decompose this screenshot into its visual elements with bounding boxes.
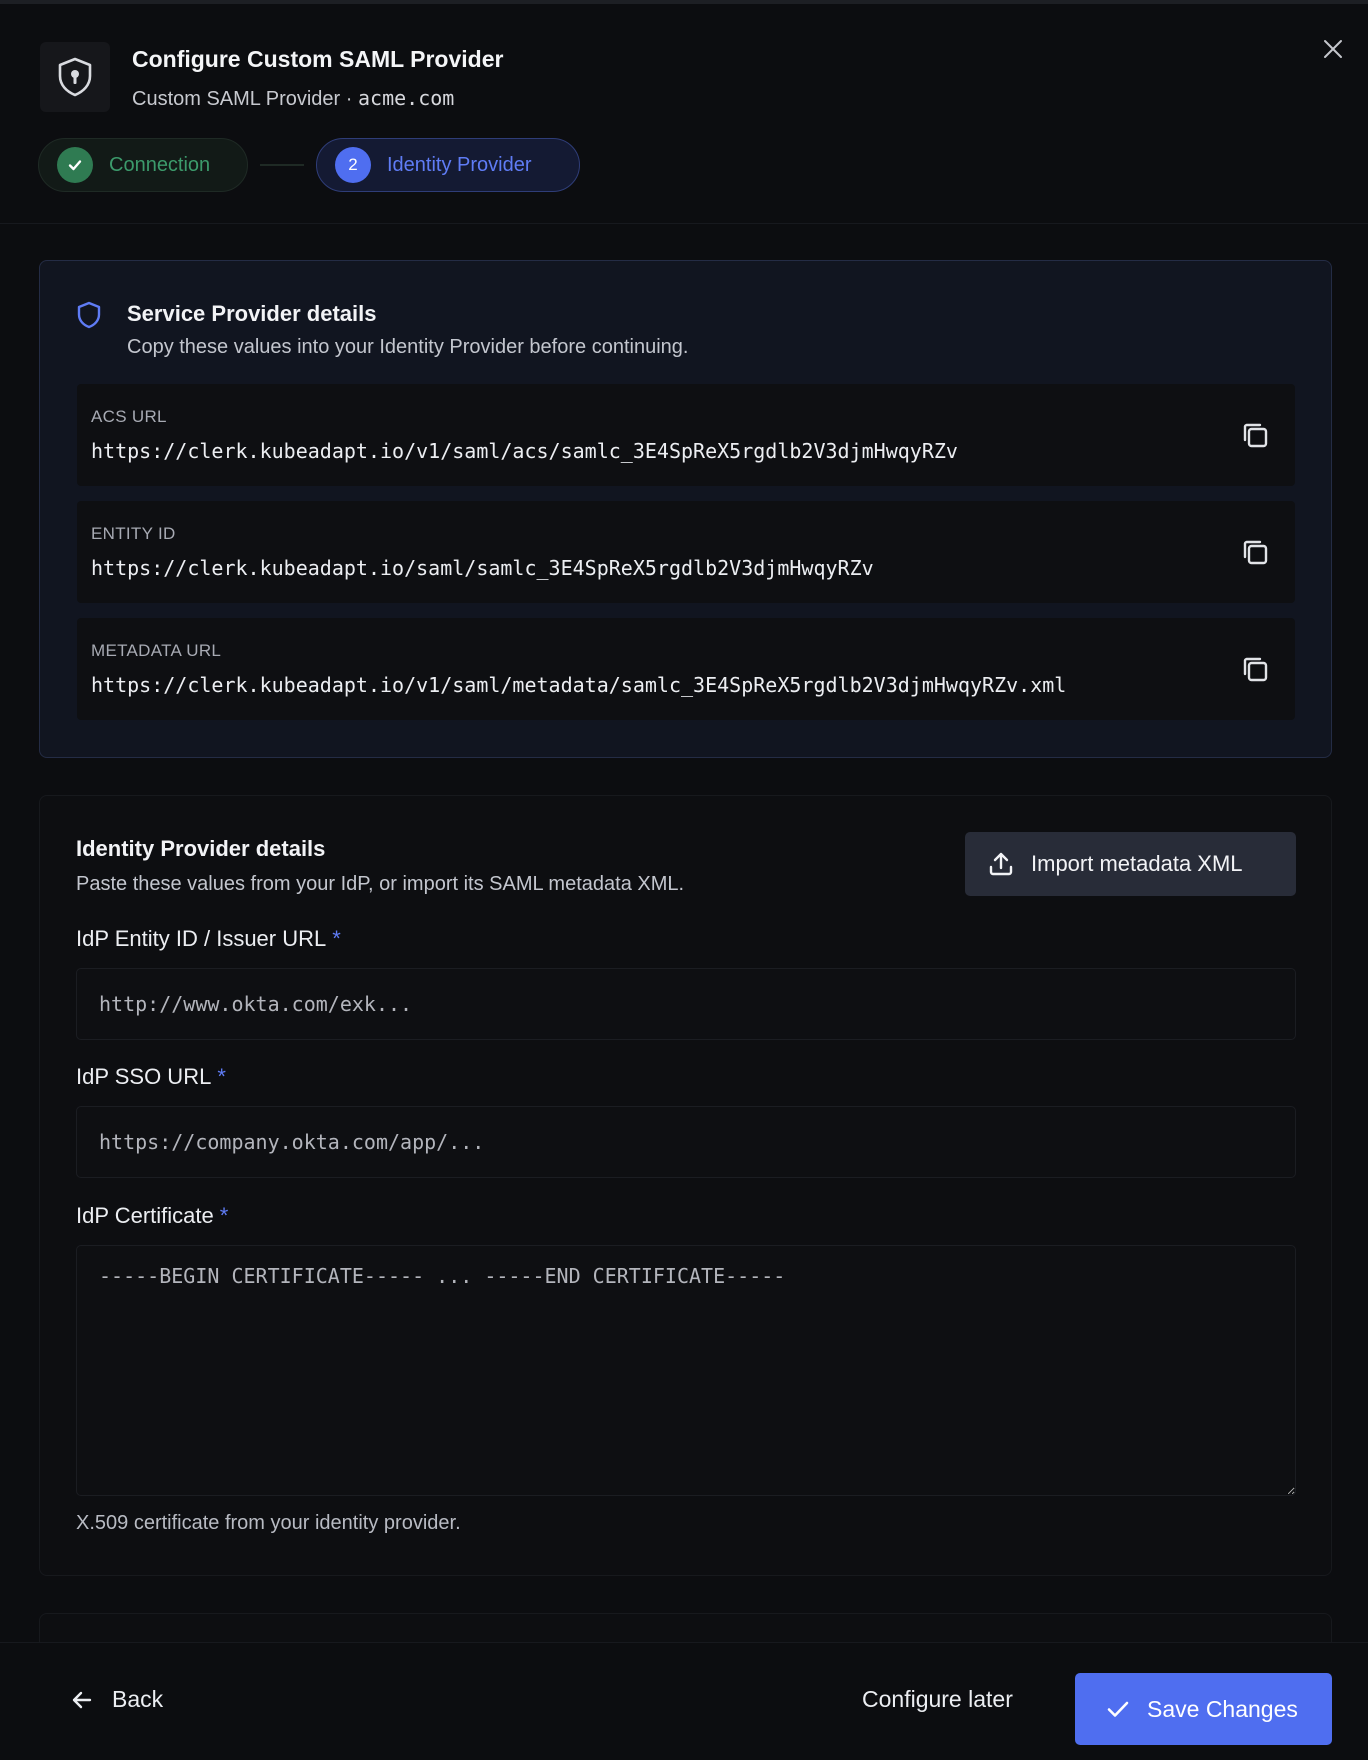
section-title: Service Provider details xyxy=(127,301,377,326)
label-text: IdP Entity ID / Issuer URL xyxy=(76,926,327,951)
provider-type: Custom SAML Provider · xyxy=(132,88,358,110)
metadata-url-row: METADATA URL https://clerk.kubeadapt.io/… xyxy=(77,618,1295,720)
entity-id-value[interactable]: https://clerk.kubeadapt.io/saml/samlc_3E… xyxy=(91,556,874,580)
label-text: IdP Certificate xyxy=(76,1203,214,1228)
identity-provider-card: Identity Provider details Paste these va… xyxy=(39,795,1332,1576)
service-provider-card: Service Provider details Copy these valu… xyxy=(39,260,1332,758)
copy-entity-id-button[interactable] xyxy=(1237,534,1273,570)
stepper: Connection 2 Identity Provider xyxy=(38,138,580,192)
check-icon xyxy=(1107,1701,1129,1717)
section-title: Identity Provider details xyxy=(76,836,326,861)
close-button[interactable] xyxy=(1318,34,1348,64)
sso-url-label: IdP SSO URL * xyxy=(76,1064,226,1090)
dialog-footer: Back Configure later Save Changes xyxy=(0,1642,1368,1760)
copy-metadata-url-button[interactable] xyxy=(1237,651,1273,687)
required-indicator: * xyxy=(219,1203,229,1228)
upload-icon xyxy=(989,852,1013,876)
step-number-badge: 2 xyxy=(335,147,371,183)
provider-domain: acme.com xyxy=(358,86,455,110)
dialog-title: Configure Custom SAML Provider xyxy=(132,46,504,72)
metadata-url-value[interactable]: https://clerk.kubeadapt.io/v1/saml/metad… xyxy=(91,673,1066,697)
back-button[interactable]: Back xyxy=(70,1686,163,1713)
check-icon xyxy=(68,160,82,171)
entity-id-row: ENTITY ID https://clerk.kubeadapt.io/sam… xyxy=(77,501,1295,603)
close-icon xyxy=(1324,40,1342,58)
copy-acs-url-button[interactable] xyxy=(1237,417,1273,453)
configure-later-button[interactable]: Configure later xyxy=(862,1686,1013,1713)
field-label: ENTITY ID xyxy=(91,524,176,543)
idp-certificate-textarea[interactable] xyxy=(76,1245,1296,1496)
save-label: Save Changes xyxy=(1147,1695,1298,1722)
arrow-left-icon xyxy=(72,1691,92,1708)
certificate-hint: X.509 certificate from your identity pro… xyxy=(76,1512,461,1534)
required-indicator: * xyxy=(217,1064,226,1089)
dialog-subtitle: Custom SAML Provider · acme.com xyxy=(132,86,454,111)
shield-icon xyxy=(77,301,101,329)
idp-sso-url-input[interactable] xyxy=(76,1106,1296,1178)
required-indicator: * xyxy=(332,926,341,951)
import-metadata-button[interactable]: Import metadata XML xyxy=(965,832,1296,896)
save-changes-button[interactable]: Save Changes xyxy=(1075,1673,1332,1745)
step-complete-badge xyxy=(57,147,93,183)
acs-url-row: ACS URL https://clerk.kubeadapt.io/v1/sa… xyxy=(77,384,1295,486)
import-button-label: Import metadata XML xyxy=(1031,851,1243,876)
step-identity-provider[interactable]: 2 Identity Provider xyxy=(316,138,580,192)
idp-entity-id-input[interactable] xyxy=(76,968,1296,1040)
step-label: Connection xyxy=(109,153,211,176)
copy-icon xyxy=(1243,423,1268,448)
section-description: Paste these values from your IdP, or imp… xyxy=(76,873,685,895)
label-text: IdP SSO URL xyxy=(76,1064,212,1089)
copy-icon xyxy=(1243,657,1268,682)
dialog-header: Configure Custom SAML Provider Custom SA… xyxy=(0,4,1368,224)
field-label: ACS URL xyxy=(91,407,167,426)
entity-id-label: IdP Entity ID / Issuer URL * xyxy=(76,926,341,952)
provider-logo xyxy=(40,42,110,112)
step-connector xyxy=(260,164,304,166)
copy-icon xyxy=(1243,540,1268,565)
step-connection[interactable]: Connection xyxy=(38,138,248,192)
field-label: METADATA URL xyxy=(91,641,222,660)
step-label: Identity Provider xyxy=(387,153,532,176)
certificate-label: IdP Certificate * xyxy=(76,1203,228,1229)
shield-keyhole-icon xyxy=(58,57,92,97)
acs-url-value[interactable]: https://clerk.kubeadapt.io/v1/saml/acs/s… xyxy=(91,439,958,463)
back-label: Back xyxy=(112,1686,164,1712)
section-description: Copy these values into your Identity Pro… xyxy=(127,336,689,358)
